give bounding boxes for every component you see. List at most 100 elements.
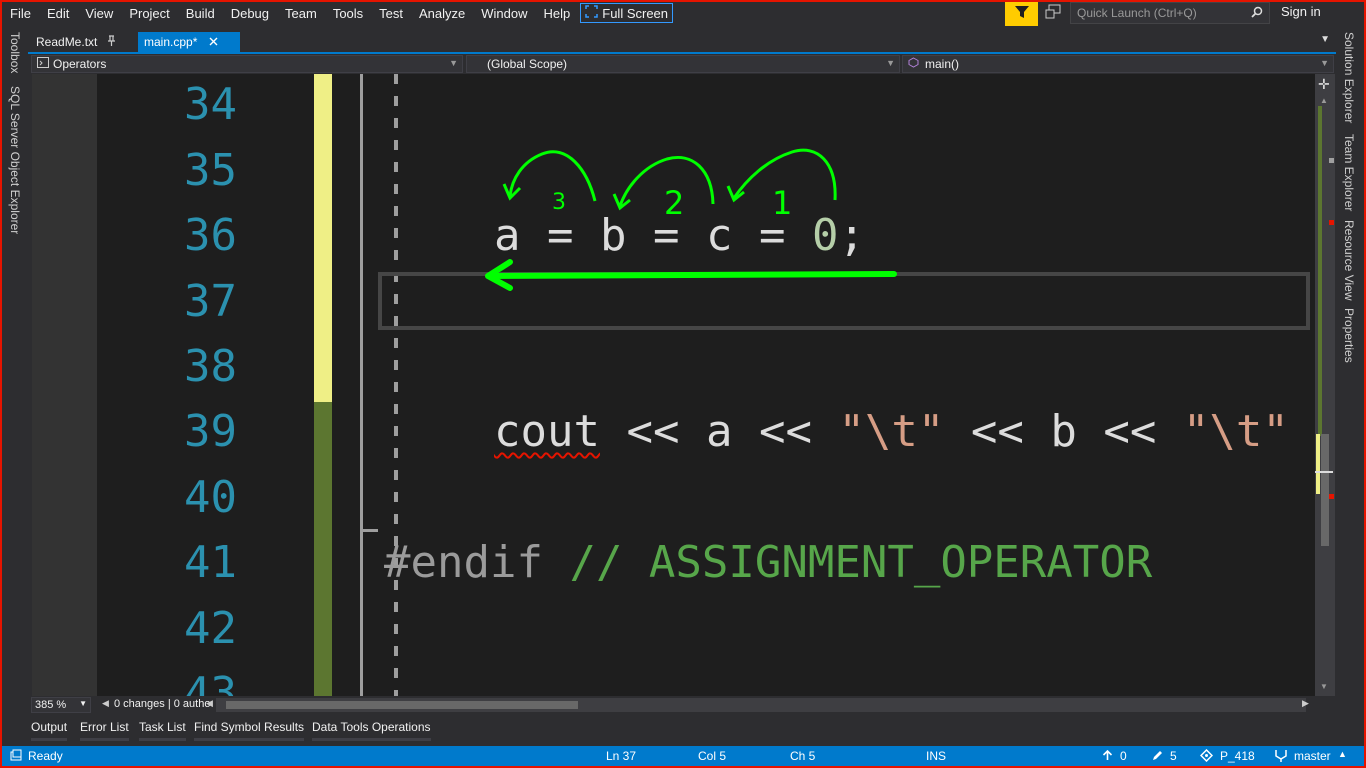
quick-launch-input[interactable]: Quick Launch (Ctrl+Q) <box>1070 2 1270 24</box>
annotation-step-3: 3 <box>552 190 566 215</box>
solution-explorer-tab[interactable]: Solution Explorer <box>1342 32 1356 123</box>
feedback-filter-button[interactable] <box>1005 2 1038 26</box>
feedback-icon <box>1045 4 1061 23</box>
changes-indicator[interactable]: 0 changes | 0 autho <box>114 698 210 710</box>
scroll-left-arrow-icon[interactable]: ◀ <box>206 698 213 709</box>
tab-readme-label: ReadMe.txt <box>36 35 98 49</box>
scroll-right-arrow-icon[interactable]: ▶ <box>1302 698 1309 709</box>
scrollbar-thumb[interactable] <box>1321 434 1329 546</box>
document-tab-row: ReadMe.txt main.cpp* ▼ <box>28 32 1336 52</box>
right-tool-strip: Solution Explorer Team Explorer Resource… <box>1336 26 1364 716</box>
unpublished-commits-count[interactable]: 0 <box>1120 749 1127 763</box>
tab-find-symbol-results[interactable]: Find Symbol Results <box>194 720 305 741</box>
member-label: main() <box>925 57 960 71</box>
tab-output[interactable]: Output <box>31 720 68 741</box>
change-nav-left-icon[interactable]: ◀ <box>102 698 109 709</box>
send-feedback-button[interactable] <box>1045 4 1065 22</box>
sign-in-link[interactable]: Sign in <box>1281 4 1321 19</box>
tab-task-list[interactable]: Task List <box>139 720 186 741</box>
zoom-level: 385 % <box>35 699 67 711</box>
fullscreen-icon <box>585 5 599 21</box>
chevron-down-icon: ▼ <box>79 699 87 708</box>
editor-vertical-scrollbar[interactable]: ✛ ▲ ▼ <box>1315 74 1335 696</box>
annotation-direction-arrow <box>487 271 897 279</box>
project-dropdown[interactable]: Operators ▼ <box>31 55 463 73</box>
menu-team[interactable]: Team <box>277 6 325 21</box>
member-dropdown[interactable]: main() ▼ <box>902 55 1334 73</box>
search-icon <box>1251 6 1263 21</box>
menu-help[interactable]: Help <box>536 6 579 21</box>
bookmark-marker <box>1329 158 1334 163</box>
menu-tools[interactable]: Tools <box>325 6 371 21</box>
pending-changes-count[interactable]: 5 <box>1170 749 1177 763</box>
status-bar: Ready Ln 37 Col 5 Ch 5 INS 0 5 P_418 mas… <box>2 746 1364 766</box>
scroll-unsaved-marker <box>1316 434 1320 494</box>
chevron-down-icon: ▼ <box>886 58 895 68</box>
menu-window[interactable]: Window <box>473 6 535 21</box>
status-ready: Ready <box>28 749 63 763</box>
quick-launch-placeholder: Quick Launch (Ctrl+Q) <box>1077 6 1197 20</box>
tab-data-tools-operations[interactable]: Data Tools Operations <box>312 720 431 741</box>
editor-bottom-bar: 385 % ▼ ◀ 0 changes | 0 autho ◀ ▶ <box>28 696 1336 714</box>
chevron-down-icon: ▼ <box>449 58 458 68</box>
properties-tab[interactable]: Properties <box>1342 308 1356 363</box>
toolbox-tab[interactable]: Toolbox <box>8 32 22 73</box>
menu-test[interactable]: Test <box>371 6 411 21</box>
error-marker <box>1329 494 1334 499</box>
status-char: Ch 5 <box>790 749 816 763</box>
caret-position-marker <box>1315 471 1333 473</box>
status-line: Ln 37 <box>606 749 637 763</box>
chevron-down-icon: ▼ <box>1320 58 1329 68</box>
resource-view-tab[interactable]: Resource View <box>1342 220 1356 300</box>
status-insert-mode: INS <box>926 749 947 763</box>
annotation-step-1: 1 <box>772 184 792 222</box>
menu-edit[interactable]: Edit <box>39 6 77 21</box>
branch-icon[interactable] <box>1274 749 1288 765</box>
close-icon[interactable] <box>209 35 218 49</box>
project-icon <box>37 57 49 71</box>
tab-error-list[interactable]: Error List <box>80 720 129 741</box>
fullscreen-label: Full Screen <box>602 5 669 21</box>
menu-project[interactable]: Project <box>121 6 177 21</box>
scope-dropdown[interactable]: (Global Scope) ▼ <box>466 55 900 73</box>
status-icon <box>10 749 22 764</box>
zoom-dropdown[interactable]: 385 % ▼ <box>31 697 91 713</box>
project-label: Operators <box>53 57 107 71</box>
annotation-step-2: 2 <box>664 184 684 222</box>
tab-list-dropdown-icon[interactable]: ▼ <box>1320 34 1330 45</box>
repository-icon[interactable] <box>1199 748 1214 765</box>
horizontal-scrollbar-thumb[interactable] <box>226 701 578 709</box>
filter-icon <box>1014 4 1030 25</box>
pencil-icon[interactable] <box>1152 749 1164 764</box>
code-editor[interactable]: 34 35 36 37 38 39 40 41 42 43 a = b = c … <box>32 74 1315 696</box>
menu-debug[interactable]: Debug <box>223 6 277 21</box>
menu-analyze[interactable]: Analyze <box>411 6 473 21</box>
menu-file[interactable]: File <box>2 6 39 21</box>
left-tool-strip: Toolbox SQL Server Object Explorer <box>2 26 28 716</box>
tool-window-tabs: Output Error List Task List Find Symbol … <box>28 716 1336 746</box>
menu-view[interactable]: View <box>77 6 121 21</box>
pen-annotation-layer: 3 2 1 <box>485 148 897 291</box>
scroll-change-marker <box>1318 106 1322 436</box>
error-marker <box>1329 220 1334 225</box>
pin-icon[interactable] <box>107 35 116 49</box>
sql-server-object-explorer-tab[interactable]: SQL Server Object Explorer <box>8 86 22 234</box>
fullscreen-button[interactable]: Full Screen <box>580 3 674 23</box>
tab-readme[interactable]: ReadMe.txt <box>30 32 136 52</box>
scroll-up-arrow-icon[interactable]: ▲ <box>1320 96 1328 105</box>
status-column: Col 5 <box>698 749 727 763</box>
branch-name[interactable]: master <box>1294 749 1331 763</box>
tab-main-cpp-label: main.cpp* <box>144 35 198 49</box>
split-editor-icon[interactable]: ✛ <box>1318 76 1330 93</box>
menu-build[interactable]: Build <box>178 6 223 21</box>
repository-name[interactable]: P_418 <box>1220 749 1255 763</box>
tab-main-cpp[interactable]: main.cpp* <box>138 32 240 52</box>
editor-horizontal-scrollbar[interactable] <box>216 698 1306 712</box>
publish-icon[interactable] <box>1102 749 1113 764</box>
branch-dropdown-icon[interactable]: ▲ <box>1338 749 1347 759</box>
scroll-down-arrow-icon[interactable]: ▼ <box>1320 682 1328 691</box>
method-icon <box>908 57 919 71</box>
team-explorer-tab[interactable]: Team Explorer <box>1342 134 1356 211</box>
navigation-bar: Operators ▼ (Global Scope) ▼ main() ▼ <box>28 54 1336 74</box>
scope-label: (Global Scope) <box>487 57 568 71</box>
